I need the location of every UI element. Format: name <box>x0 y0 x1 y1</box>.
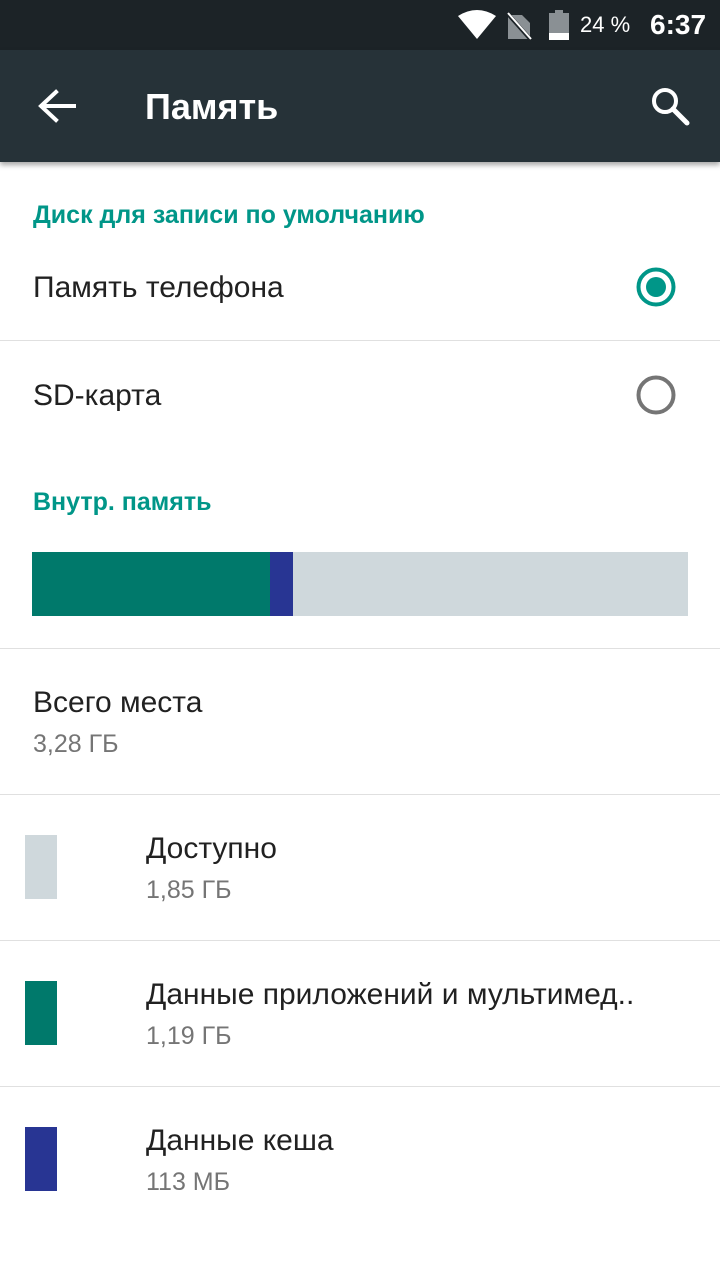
settings-content: Диск для записи по умолчанию Память теле… <box>0 162 720 1280</box>
item-title: Данные кеша <box>146 1124 334 1157</box>
radio-option-sd-card[interactable]: SD-карта <box>0 341 720 449</box>
wifi-icon <box>458 10 496 39</box>
no-sim-icon <box>506 11 532 41</box>
radio-option-label: Память телефона <box>33 271 284 304</box>
item-value: 3,28 ГБ <box>33 730 119 758</box>
color-swatch <box>25 981 57 1045</box>
radio-option-phone-memory[interactable]: Память телефона <box>0 233 720 341</box>
item-title: Всего места <box>33 686 203 719</box>
color-swatch <box>25 1127 57 1191</box>
page-title: Память <box>145 86 279 127</box>
clock: 6:37 <box>650 9 707 40</box>
arrow-left-icon[interactable] <box>36 88 76 124</box>
status-bar: 24 % 6:37 <box>0 0 720 50</box>
radio-checked-icon[interactable] <box>636 267 676 307</box>
battery-icon <box>549 10 569 40</box>
storage-usage-bar <box>32 552 688 616</box>
storage-item-apps-media[interactable]: Данные приложений и мультимед.. 1,19 ГБ <box>0 941 720 1086</box>
storage-item-cache[interactable]: Данные кеша 113 МБ <box>0 1087 720 1232</box>
radio-option-label: SD-карта <box>33 379 162 412</box>
item-value: 1,19 ГБ <box>146 1022 232 1050</box>
storage-item-available[interactable]: Доступно 1,85 ГБ <box>0 795 720 940</box>
app-toolbar: Память <box>0 50 720 162</box>
item-value: 113 МБ <box>146 1168 231 1196</box>
total-space-item[interactable]: Всего места 3,28 ГБ <box>0 649 720 794</box>
item-title: Данные приложений и мультимед.. <box>146 978 635 1011</box>
color-swatch <box>25 835 57 899</box>
usage-bar-segment <box>270 552 293 616</box>
usage-bar-segment <box>32 552 270 616</box>
radio-unchecked-icon[interactable] <box>636 375 676 415</box>
item-value: 1,85 ГБ <box>146 876 232 904</box>
section-header-internal-memory: Внутр. память <box>33 488 212 516</box>
section-header-default-disk: Диск для записи по умолчанию <box>33 201 425 229</box>
battery-percent: 24 % <box>580 12 631 37</box>
search-icon[interactable] <box>650 86 690 126</box>
item-title: Доступно <box>146 832 277 865</box>
